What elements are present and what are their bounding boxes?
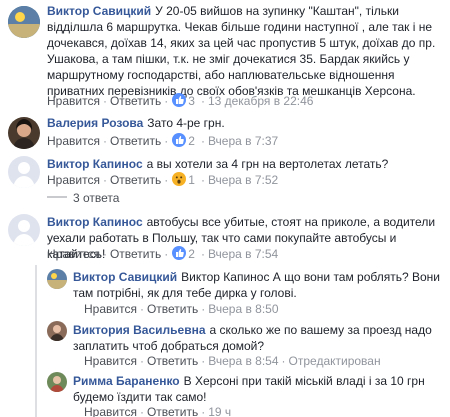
like-button[interactable]: Нравится: [84, 354, 137, 368]
avatar[interactable]: [47, 269, 67, 289]
timestamp[interactable]: 13 декабря в 22:46: [208, 94, 314, 108]
comment-author[interactable]: Виктория Васильевна: [73, 323, 206, 337]
avatar[interactable]: [8, 214, 40, 246]
avatar[interactable]: [8, 6, 40, 38]
comment-2: Валерия Розова Зато 4-ре грн. Нравится · От…: [0, 112, 450, 152]
reply-2: Виктория Васильевна а сколько же по вашем…: [0, 318, 450, 368]
reply-button[interactable]: Ответить: [147, 354, 198, 368]
comment-body: Виктор Савицкий У 20-05 вийшов на зупинку…: [47, 3, 443, 99]
reply-button[interactable]: Ответить: [110, 173, 161, 187]
comment-actions: Нравится · Ответить · 19 ч: [84, 405, 232, 417]
timestamp[interactable]: Вчера в 7:37: [208, 134, 278, 148]
like-reaction-icon[interactable]: [172, 246, 187, 264]
comment-text: У 20-05 вийшов на зупинку "Каштан", тіль…: [47, 4, 436, 98]
reply-button[interactable]: Ответить: [110, 247, 161, 261]
reply-button[interactable]: Ответить: [147, 405, 198, 417]
avatar[interactable]: [8, 156, 40, 188]
comment-actions: Нравится · Ответить · 2 · Вчера в 7:37: [47, 133, 278, 151]
view-replies-link[interactable]: 3 ответа: [47, 191, 119, 205]
reply-button[interactable]: Ответить: [110, 134, 161, 148]
reaction-count: 2: [188, 134, 195, 148]
comment-4: Виктор Капинос автобусы все убитые, стоят…: [0, 208, 450, 268]
reply-button[interactable]: Ответить: [110, 94, 161, 108]
reply-button[interactable]: Ответить: [147, 302, 198, 316]
comment-author[interactable]: Виктор Савицкий: [73, 270, 177, 284]
like-button[interactable]: Нравится: [47, 134, 100, 148]
avatar[interactable]: [8, 117, 40, 149]
reply-arrow-icon: [47, 191, 73, 205]
comment-actions: Нравится · Ответить · Вчера в 8:50: [84, 302, 279, 316]
comment-body: Виктор Капинос а вы хотели за 4 грн на ве…: [47, 156, 443, 172]
comment-actions: Нравится · Ответить · 3 · 13 декабря в 22:46: [47, 93, 313, 111]
comment-author[interactable]: Римма Бараненко: [73, 374, 180, 388]
reaction-count: 3: [188, 94, 195, 108]
comment-text: а вы хотели за 4 грн на вертолетах летат…: [146, 157, 389, 171]
comment-actions: Нравится · Ответить · 1 · Вчера в 7:52: [47, 172, 278, 190]
timestamp[interactable]: Вчера в 8:54: [208, 354, 278, 368]
like-button[interactable]: Нравится: [84, 405, 137, 417]
comment-author[interactable]: Валерия Розова: [47, 116, 143, 130]
comment-text: Зато 4-ре грн.: [147, 116, 225, 130]
like-reaction-icon[interactable]: [172, 133, 187, 151]
timestamp[interactable]: Вчера в 8:50: [208, 302, 278, 316]
timestamp[interactable]: Вчера в 7:54: [208, 247, 278, 261]
comment-author[interactable]: Виктор Савицкий: [47, 4, 151, 18]
comment-author[interactable]: Виктор Капинос: [47, 215, 143, 229]
timestamp[interactable]: 19 ч: [208, 405, 231, 417]
comment-author[interactable]: Виктор Капинос: [47, 157, 143, 171]
avatar[interactable]: [47, 321, 67, 341]
comment-actions: Нравится · Ответить · 2 · Вчера в 7:54: [47, 246, 278, 264]
comment-1: Виктор Савицкий У 20-05 вийшов на зупинку…: [0, 0, 450, 112]
wow-reaction-icon[interactable]: [172, 172, 187, 190]
comment-body: Виктор Савицкий Виктор Капинос А що вони …: [73, 269, 443, 301]
like-button[interactable]: Нравится: [47, 173, 100, 187]
timestamp[interactable]: Вчера в 7:52: [208, 173, 278, 187]
comment-body: Виктория Васильевна а сколько же по вашем…: [73, 322, 443, 354]
reaction-count: 2: [188, 247, 195, 261]
replies-count[interactable]: 3 ответа: [73, 191, 119, 205]
avatar[interactable]: [47, 372, 67, 392]
comment-actions: Нравится · Ответить · Вчера в 8:54 · Отредакти…: [84, 354, 381, 368]
like-button[interactable]: Нравится: [84, 302, 137, 316]
edited-label[interactable]: Отредактирован: [289, 354, 381, 368]
reply-1: Виктор Савицкий Виктор Капинос А що вони …: [0, 266, 450, 318]
like-button[interactable]: Нравится: [47, 94, 100, 108]
comment-body: Валерия Розова Зато 4-ре грн.: [47, 115, 443, 131]
reply-3: Римма Бараненко В Херсоні при такій міськ…: [0, 368, 450, 417]
comment-body: Римма Бараненко В Херсоні при такій міськ…: [73, 373, 443, 405]
like-reaction-icon[interactable]: [172, 93, 187, 111]
reaction-count: 1: [188, 173, 195, 187]
like-button[interactable]: Нравится: [47, 247, 100, 261]
